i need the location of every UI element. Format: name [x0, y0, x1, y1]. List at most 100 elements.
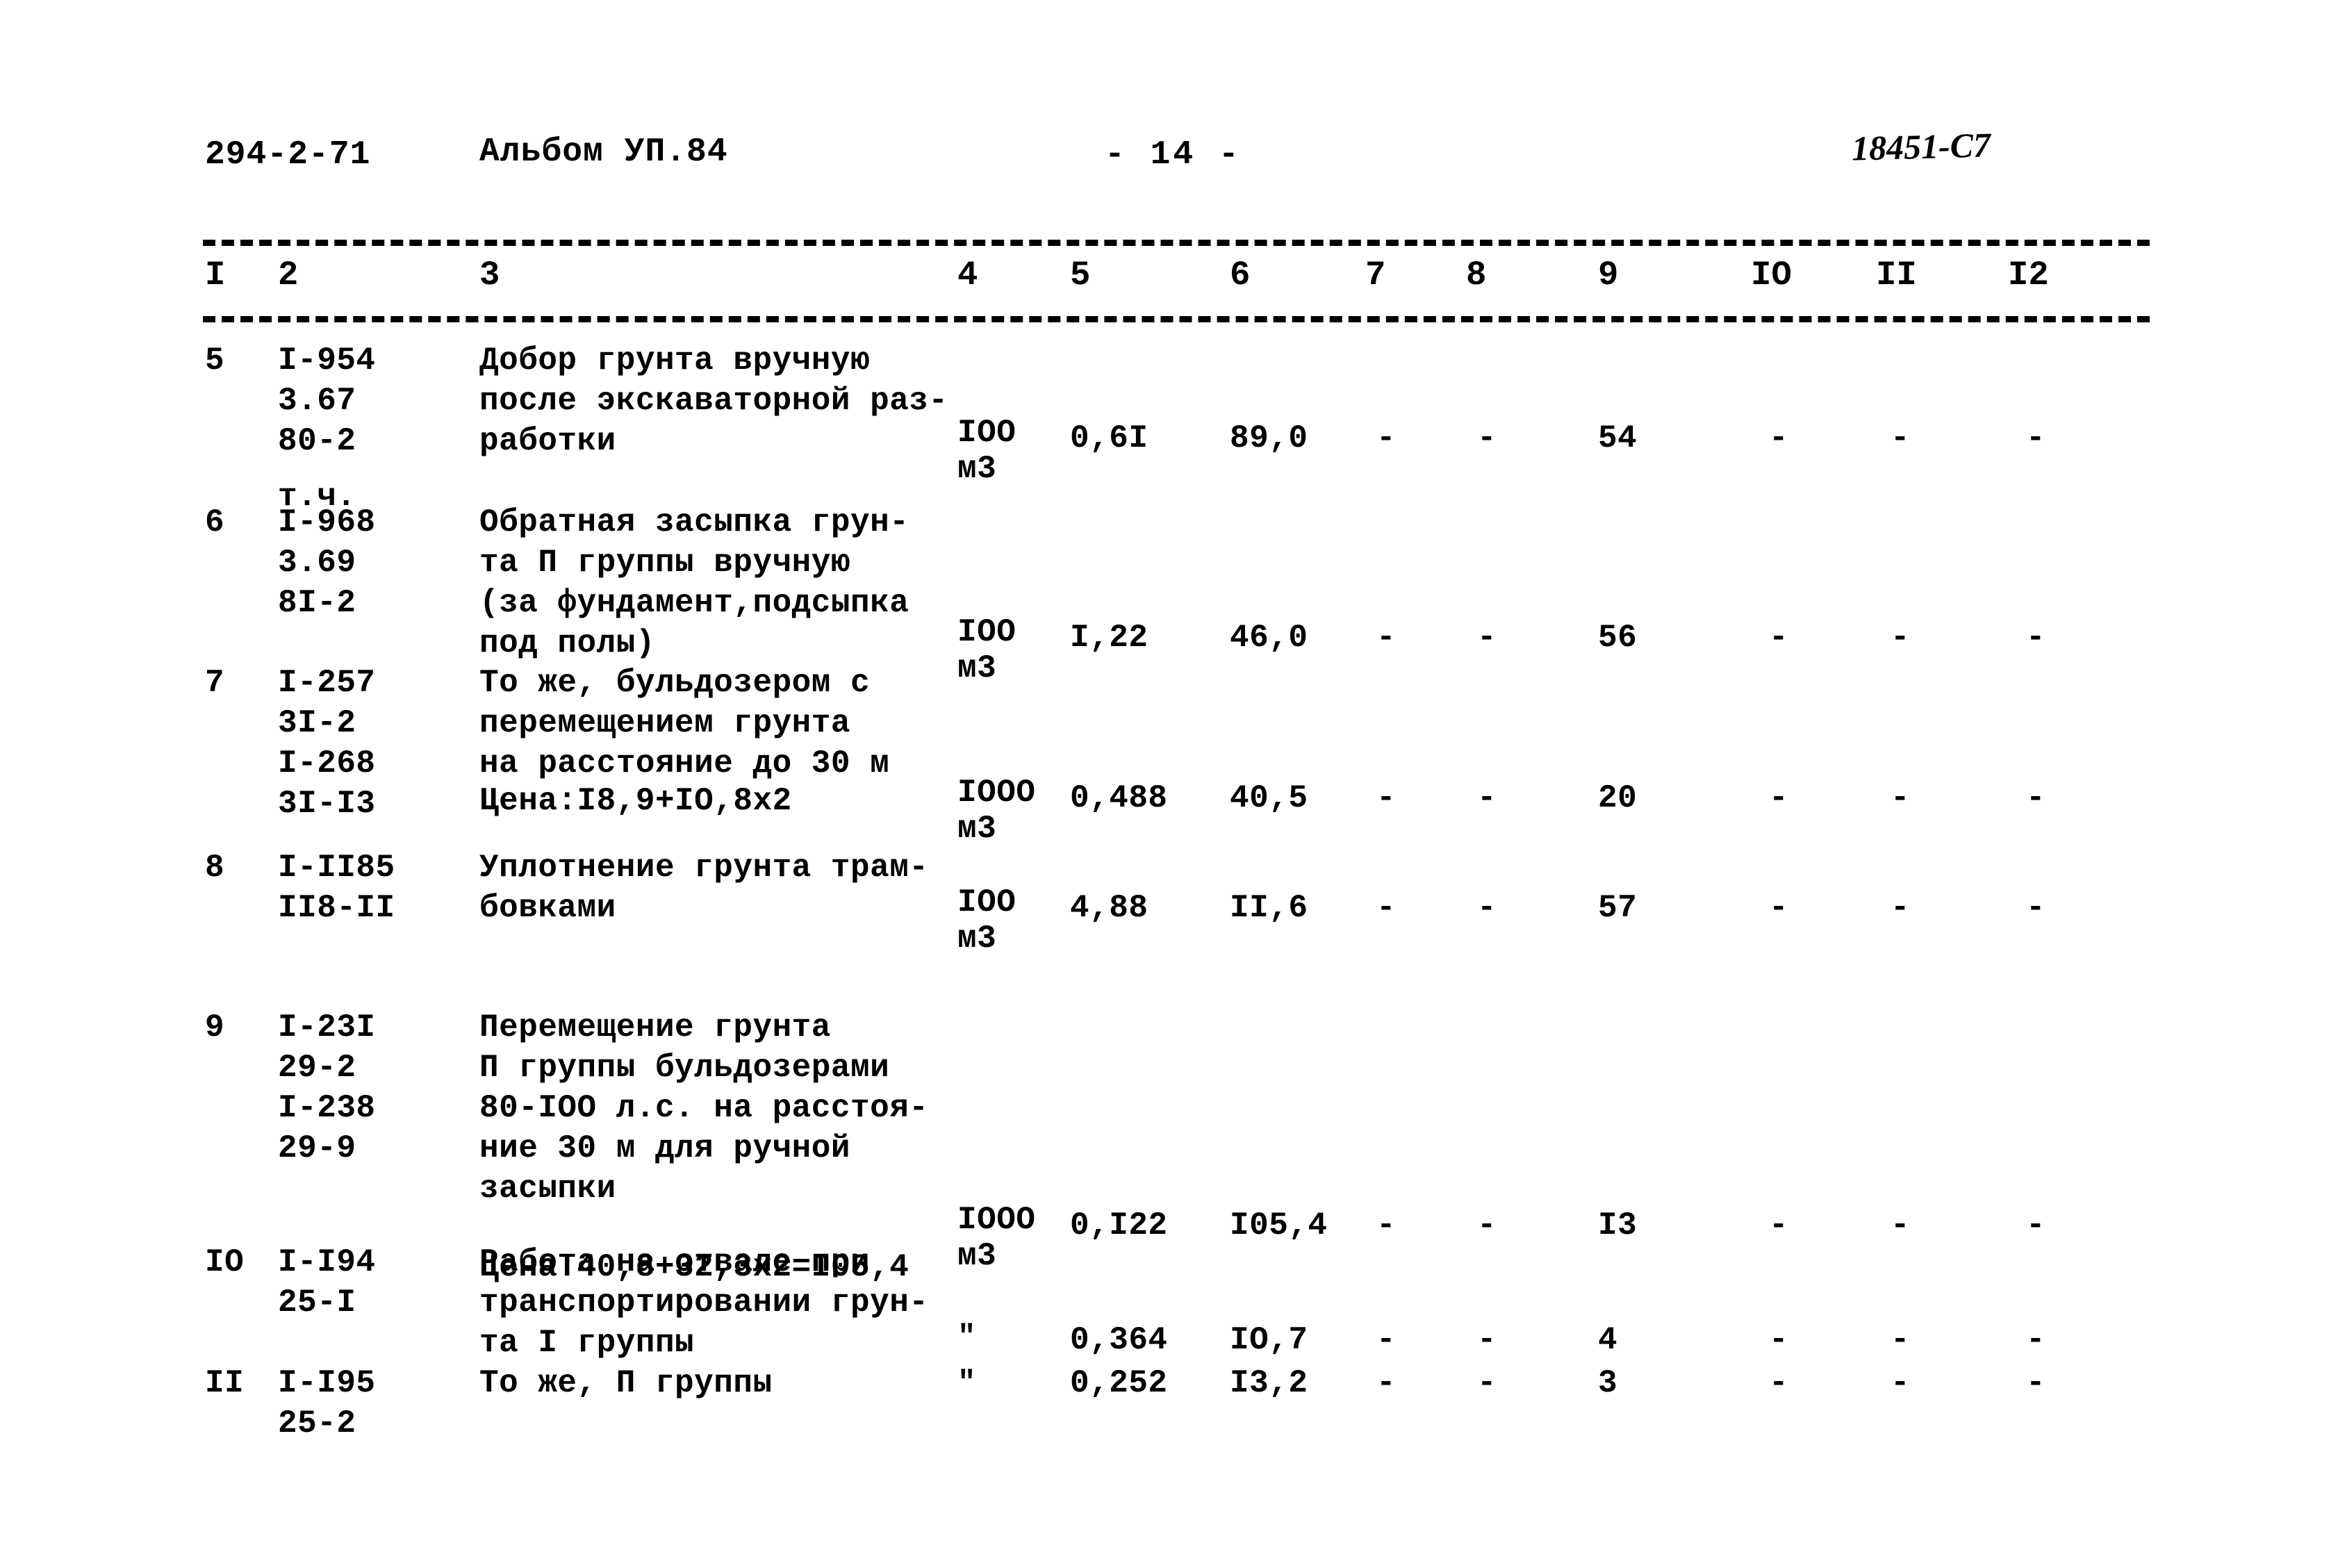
row-col5-value: 0,488 [1070, 780, 1168, 816]
row-price-formula: Цена:I8,9+IO,8x2 [479, 783, 792, 819]
row-unit: IOO [957, 884, 1016, 921]
row-code: I-954 [278, 343, 376, 379]
row-col11-value: - [1890, 1365, 1911, 1401]
row-description-line: на расстояние до 30 м [479, 745, 890, 782]
row-code: 8I-2 [278, 585, 356, 621]
row-description-line: 80-IOO л.с. на расстоя- [479, 1090, 929, 1126]
row-col9-value: I3 [1598, 1207, 1638, 1244]
row-col10-value: - [1768, 1207, 1789, 1244]
row-col9-value: 3 [1598, 1365, 1618, 1401]
row-col9-value: 4 [1598, 1322, 1618, 1358]
row-item-number: 7 [205, 665, 225, 701]
row-col12-value: - [2025, 1365, 2046, 1401]
row-col7-value: - [1376, 620, 1397, 656]
row-col9-value: 57 [1598, 890, 1638, 926]
row-code: I-II85 [278, 850, 395, 886]
row-description-line: Уплотнение грунта трам- [479, 850, 929, 886]
document-page: 294-2-71 Альбом УП.84 - 14 - 18451-С7 I2… [0, 0, 2347, 1568]
row-col12-value: - [2025, 890, 2046, 926]
row-col7-value: - [1376, 1207, 1397, 1244]
row-unit: м3 [957, 451, 997, 487]
row-col5-value: 0,364 [1070, 1322, 1168, 1358]
row-description-line: та I группы [479, 1325, 695, 1361]
row-col12-value: - [2025, 620, 2046, 656]
row-col10-value: - [1768, 420, 1789, 456]
row-description-line: после экскаваторной раз- [479, 383, 948, 419]
row-col7-value: - [1376, 890, 1397, 926]
row-col11-value: - [1890, 780, 1911, 816]
row-col11-value: - [1890, 620, 1911, 656]
row-col8-value: - [1476, 1207, 1497, 1244]
row-code: 3.67 [278, 383, 356, 419]
row-description-line: Перемещение грунта [479, 1009, 831, 1046]
row-description-line: та П группы вручную [479, 545, 850, 581]
row-col5-value: 0,6I [1070, 420, 1148, 456]
row-unit: м3 [957, 1238, 997, 1274]
row-item-number: 9 [205, 1009, 225, 1046]
row-col10-value: - [1768, 620, 1789, 656]
row-code: II8-II [278, 890, 395, 926]
row-unit: м3 [957, 650, 997, 686]
row-description-line: Обратная засыпка грун- [479, 504, 909, 540]
row-col10-value: - [1768, 890, 1789, 926]
row-description-line: бовками [479, 890, 616, 926]
row-item-number: IO [205, 1244, 245, 1280]
row-col8-value: - [1476, 780, 1497, 816]
row-code: 3.69 [278, 545, 356, 581]
row-code: I-I95 [278, 1365, 376, 1401]
row-description-line: Добор грунта вручную [479, 343, 871, 379]
row-col7-value: - [1376, 1322, 1397, 1358]
row-code: 3I-2 [278, 705, 356, 741]
row-col8-value: - [1476, 1365, 1497, 1401]
row-code: I-23I [278, 1009, 376, 1046]
row-description-line: (за фундамент,подсыпка [479, 585, 909, 621]
row-col11-value: - [1890, 890, 1911, 926]
row-item-number: 8 [205, 850, 225, 886]
row-col12-value: - [2025, 1207, 2046, 1244]
row-description-line: То же, бульдозером с [479, 665, 871, 701]
row-description-line: перемещением грунта [479, 705, 850, 741]
row-col8-value: - [1476, 1322, 1497, 1358]
row-col11-value: - [1890, 1207, 1911, 1244]
row-col11-value: - [1890, 1322, 1911, 1358]
row-col7-value: - [1376, 420, 1397, 456]
row-col12-value: - [2025, 1322, 2046, 1358]
row-code: 25-I [278, 1285, 356, 1321]
row-code: 29-9 [278, 1130, 356, 1166]
row-description-line: ние 30 м для ручной [479, 1130, 850, 1166]
row-code: I-I94 [278, 1244, 376, 1280]
row-col8-value: - [1476, 890, 1497, 926]
row-col10-value: - [1768, 1322, 1789, 1358]
row-unit: IOO [957, 614, 1016, 650]
row-description-line: работки [479, 423, 616, 459]
row-col9-value: 56 [1598, 620, 1638, 656]
row-col5-value: 0,I22 [1070, 1207, 1168, 1244]
row-code: I-268 [278, 745, 376, 782]
row-col5-value: 4,88 [1070, 890, 1148, 926]
row-code: 29-2 [278, 1050, 356, 1086]
row-code: I-257 [278, 665, 376, 701]
row-unit: IOOO [957, 1202, 1036, 1238]
row-col5-value: I,22 [1070, 620, 1148, 656]
row-col7-value: - [1376, 1365, 1397, 1401]
row-code: I-968 [278, 504, 376, 540]
row-code: 3I-I3 [278, 786, 376, 822]
row-col6-value: II,6 [1230, 890, 1308, 926]
row-unit: " [957, 1320, 976, 1355]
row-col5-value: 0,252 [1070, 1365, 1168, 1401]
row-col11-value: - [1890, 420, 1911, 456]
row-code: I-238 [278, 1090, 376, 1126]
row-code: 25-2 [278, 1405, 356, 1442]
row-col6-value: 46,0 [1230, 620, 1308, 656]
row-col9-value: 20 [1598, 780, 1638, 816]
row-code: 80-2 [278, 423, 356, 459]
row-unit: " [957, 1366, 976, 1401]
row-col12-value: - [2025, 420, 2046, 456]
row-description-line: Работа на отвале при [479, 1244, 871, 1280]
row-description-line: под полы) [479, 625, 655, 661]
row-col6-value: IO,7 [1230, 1322, 1308, 1358]
row-col6-value: 40,5 [1230, 780, 1308, 816]
row-col10-value: - [1768, 1365, 1789, 1401]
row-col12-value: - [2025, 780, 2046, 816]
row-item-number: II [205, 1365, 245, 1401]
